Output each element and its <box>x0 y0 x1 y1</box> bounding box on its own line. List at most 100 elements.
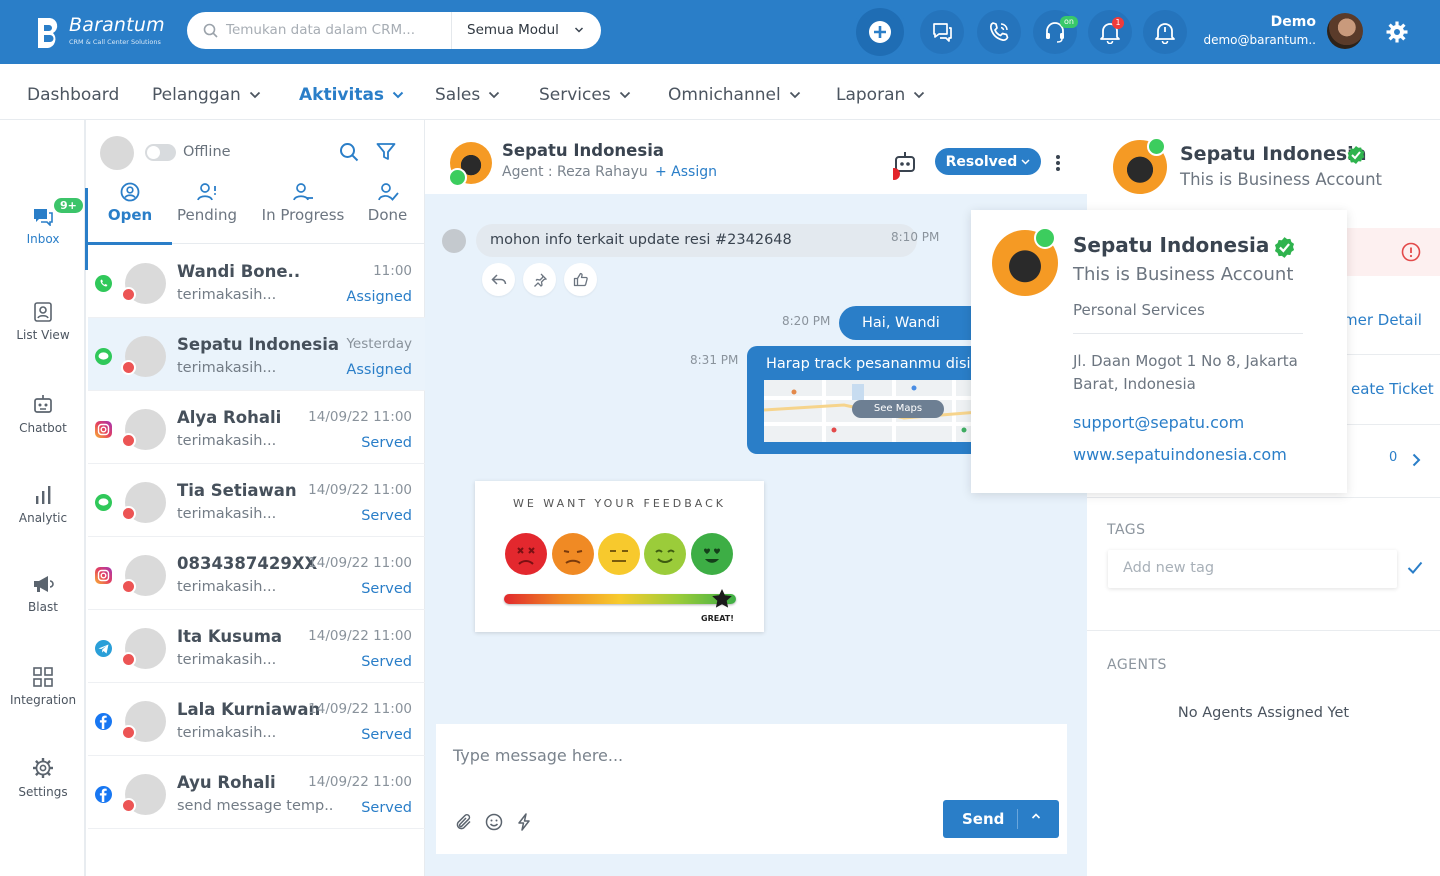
assigned-agent: Agent : Reza Rahayu <box>502 164 648 180</box>
search-icon <box>203 23 218 38</box>
agent-avatar <box>100 136 134 170</box>
neutral-face-icon <box>598 533 640 575</box>
customer-detail-link[interactable]: mer Detail <box>1343 311 1422 329</box>
search-input[interactable]: Temukan data dalam CRM... <box>226 22 415 38</box>
chevron-down-icon <box>249 91 260 99</box>
contact-name: Ita Kusuma <box>177 627 283 646</box>
nav-laporan[interactable]: Laporan <box>836 85 925 105</box>
divider <box>1087 497 1440 498</box>
chat-button[interactable] <box>920 10 964 54</box>
call-button[interactable] <box>977 10 1021 54</box>
tags-label: TAGS <box>1107 522 1146 538</box>
nav-pelanggan[interactable]: Pelanggan <box>152 85 261 105</box>
message-input[interactable]: Type message here... <box>453 746 623 765</box>
info-alert-icon[interactable] <box>1401 242 1421 262</box>
sidebar-item-settings[interactable]: Settings <box>0 757 86 799</box>
nav-dashboard[interactable]: Dashboard <box>27 85 119 105</box>
create-ticket-link[interactable]: eate Ticket <box>1351 380 1434 398</box>
message-text: Harap track pesananmu disin <box>766 356 980 372</box>
phone-icon <box>989 22 1009 41</box>
popup-website-link[interactable]: www.sepatuindonesia.com <box>1073 445 1287 464</box>
sidebar-item-chatbot[interactable]: Chatbot <box>0 393 86 435</box>
conversation-item[interactable]: 0834387429XX terimakasih... 14/09/22 11:… <box>88 537 425 610</box>
conversation-item[interactable]: Ita Kusuma terimakasih... 14/09/22 11:00… <box>88 610 425 683</box>
message-time: 14/09/22 11:00 <box>308 555 412 571</box>
conversation-item[interactable]: Sepatu Indonesia terimakasih... Yesterda… <box>88 318 425 391</box>
map-preview[interactable]: See Maps <box>763 380 999 442</box>
agent-status-button[interactable]: on <box>1033 10 1078 54</box>
more-options-icon[interactable] <box>1055 154 1061 172</box>
nav-services[interactable]: Services <box>539 85 631 105</box>
resolve-status-button[interactable]: Resolved <box>935 148 1041 175</box>
chevron-down-icon <box>489 91 500 99</box>
contact-card-icon <box>34 302 52 322</box>
outgoing-location-message: Harap track pesananmu disin See Maps <box>747 346 999 454</box>
conversation-item[interactable]: Wandi Bone.. terimakasih... 11:00 Assign… <box>88 245 425 318</box>
tag-placeholder: Add new tag <box>1123 560 1215 576</box>
popup-email-link[interactable]: support@sepatu.com <box>1073 413 1244 432</box>
left-sidebar: Inbox 9+ List View Chatbot Analytic Blas… <box>0 120 88 876</box>
sidebar-item-label: Blast <box>28 600 58 614</box>
user-name[interactable]: Demo <box>1271 14 1316 30</box>
nav-label: Sales <box>435 85 481 105</box>
chevron-right-icon[interactable] <box>1412 453 1421 467</box>
lightning-icon[interactable] <box>515 813 533 831</box>
notifications-button[interactable]: 1 <box>1088 10 1132 54</box>
conversation-item[interactable]: Ayu Rohali send message temp.. 14/09/22 … <box>88 756 425 829</box>
chatbot-status-icon[interactable] <box>893 151 917 181</box>
chevron-down-icon[interactable] <box>574 26 584 34</box>
module-select[interactable]: Semua Modul <box>467 22 559 38</box>
chevron-up-icon[interactable] <box>1031 812 1041 820</box>
conversation-item[interactable]: Tia Setiawan terimakasih... 14/09/22 11:… <box>88 464 425 537</box>
conversation-status: Served <box>361 581 412 597</box>
sidebar-item-label: Settings <box>18 785 68 799</box>
see-maps-button[interactable]: See Maps <box>852 400 944 418</box>
gear-icon[interactable] <box>1385 20 1409 44</box>
nav-aktivitas[interactable]: Aktivitas <box>299 85 404 105</box>
filter-icon[interactable] <box>376 142 396 162</box>
conversation-item[interactable]: Alya Rohali terimakasih... 14/09/22 11:0… <box>88 391 425 464</box>
inbox-chat-icon <box>34 209 53 226</box>
pin-button[interactable] <box>523 263 556 296</box>
reminder-button[interactable] <box>1143 10 1187 54</box>
tab-done[interactable]: Done <box>360 182 415 224</box>
barantum-logo-icon <box>38 18 58 48</box>
add-button[interactable] <box>856 8 904 56</box>
sidebar-item-blast[interactable]: Blast <box>0 574 86 614</box>
search-icon[interactable] <box>339 142 359 162</box>
like-button[interactable] <box>564 263 597 296</box>
tab-in-progress[interactable]: In Progress <box>254 182 352 224</box>
message-time: 14/09/22 11:00 <box>308 409 412 425</box>
tag-input[interactable]: Add new tag <box>1108 550 1397 588</box>
check-icon[interactable] <box>1407 561 1423 574</box>
sidebar-item-analytic[interactable]: Analytic <box>0 485 86 525</box>
emoji-icon[interactable] <box>485 813 503 831</box>
nav-omnichannel[interactable]: Omnichannel <box>668 85 801 105</box>
paperclip-icon[interactable] <box>455 813 473 831</box>
tab-label: Pending <box>177 206 237 224</box>
send-button[interactable]: Send <box>943 800 1059 838</box>
sidebar-item-list-view[interactable]: List View <box>0 302 86 342</box>
notification-count-badge: 1 <box>1112 17 1124 29</box>
nav-sales[interactable]: Sales <box>435 85 500 105</box>
sidebar-item-label: Chatbot <box>19 421 67 435</box>
tab-open[interactable]: Open <box>88 182 172 224</box>
user-avatar[interactable] <box>1327 13 1363 49</box>
assign-link[interactable]: + Assign <box>655 164 717 180</box>
reply-button[interactable] <box>482 263 515 296</box>
incoming-message: mohon info terkait update resi #2342648 <box>476 224 917 257</box>
feedback-card[interactable]: WE WANT YOUR FEEDBACK GREAT! <box>475 481 764 632</box>
sidebar-item-inbox[interactable]: Inbox <box>0 188 88 270</box>
conversation-item[interactable]: Lala Kurniawan terimakasih... 14/09/22 1… <box>88 683 425 756</box>
tab-pending[interactable]: Pending <box>172 182 242 224</box>
status-toggle[interactable] <box>145 144 176 161</box>
agents-label: AGENTS <box>1107 657 1167 673</box>
love-face-icon <box>691 533 733 575</box>
last-message: terimakasih... <box>177 287 277 303</box>
brand-logo[interactable]: Barantum CRM & Call Center Solutions <box>34 14 165 50</box>
megaphone-icon <box>34 576 54 592</box>
top-bar: Barantum CRM & Call Center Solutions Tem… <box>0 0 1440 64</box>
brand-name: Barantum <box>69 14 165 36</box>
sidebar-item-integration[interactable]: Integration <box>0 667 86 707</box>
ticket-count: 0 <box>1389 450 1398 465</box>
